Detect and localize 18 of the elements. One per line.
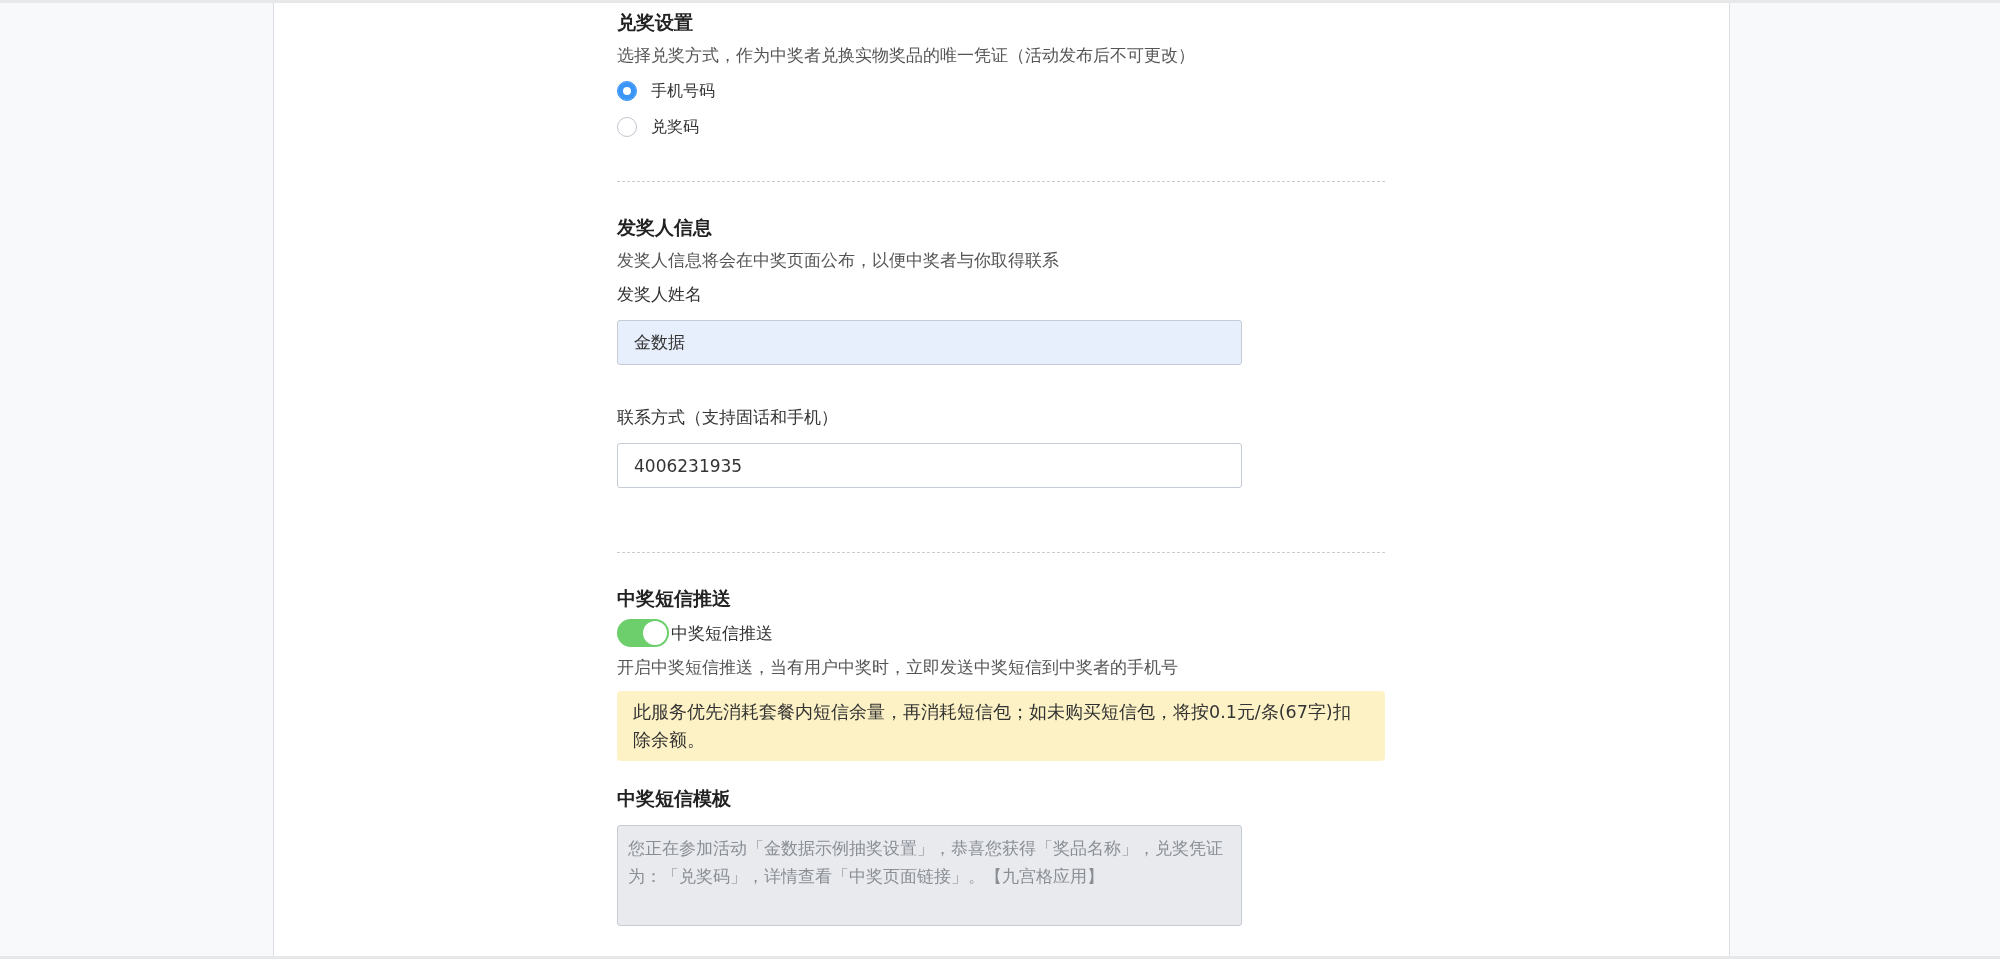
section-title: 兑奖设置: [617, 10, 694, 35]
text-field[interactable]: 金数据: [617, 320, 1242, 365]
toggle-label[interactable]: 中奖短信推送: [671, 621, 773, 645]
radio-label[interactable]: 手机号码: [651, 80, 715, 102]
notice-banner: 此服务优先消耗套餐内短信余量，再消耗短信包；如未购买短信包，将按0.1元/条(67字)扣除余额。: [617, 691, 1385, 761]
section-title: 发奖人信息: [617, 215, 713, 240]
section-description: 发奖人信息将会在中奖页面公布，以便中奖者与你取得联系: [617, 249, 1060, 272]
field-label: 发奖人姓名: [617, 283, 703, 306]
toggle-switch[interactable]: [617, 619, 669, 647]
radio-label[interactable]: 兑奖码: [651, 116, 699, 138]
field-label: 联系方式（支持固话和手机）: [617, 406, 839, 429]
radio-button[interactable]: [617, 117, 637, 137]
section-description: 开启中奖短信推送，当有用户中奖时，立即发送中奖短信到中奖者的手机号: [617, 656, 1179, 679]
section-title: 中奖短信推送: [617, 586, 732, 611]
text-field[interactable]: 4006231935: [617, 443, 1242, 488]
section-description: 选择兑奖方式，作为中奖者兑换实物奖品的唯一凭证（活动发布后不可更改）: [617, 44, 1196, 67]
radio-button[interactable]: [617, 81, 637, 101]
section-title: 中奖短信模板: [617, 786, 732, 811]
